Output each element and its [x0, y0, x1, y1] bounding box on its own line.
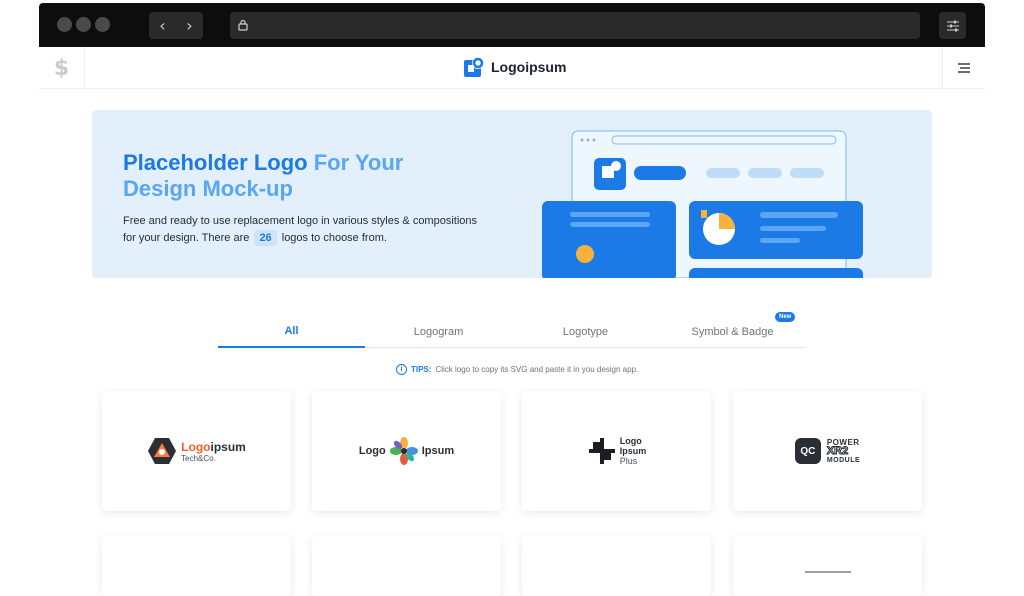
- brand-name: Logoipsum: [491, 58, 567, 75]
- new-badge: New: [775, 312, 796, 322]
- logo-partial-mark: [805, 571, 851, 573]
- logo-count-badge: 26: [254, 229, 277, 246]
- logo-card[interactable]: [733, 536, 922, 596]
- tips-text: Click logo to copy its SVG and paste it …: [435, 365, 639, 374]
- tips-line: i TIPS: Click logo to copy its SVG and p…: [396, 364, 638, 375]
- logo-1-sub: Tech&Co.: [181, 453, 216, 463]
- hero-banner: Placeholder Logo For Your Design Mock-up…: [92, 110, 932, 278]
- logoipsum-icon: [464, 57, 484, 77]
- logo-1-part2: ipsum: [210, 439, 246, 454]
- logo-card[interactable]: Logoipsum Tech&Co.: [102, 391, 291, 511]
- logo-3-line2: Ipsum: [619, 446, 647, 456]
- browser-toolbar: ‹ ›: [39, 3, 985, 47]
- lock-icon: [238, 19, 248, 31]
- logo-1-part1: Logo: [181, 439, 211, 454]
- logo-2-right: Ipsum: [421, 445, 455, 457]
- hero-illustration: [542, 130, 863, 278]
- info-icon: i: [396, 364, 407, 375]
- logo-3-line3: Plus: [619, 456, 638, 466]
- logo-2-left: Logo: [358, 445, 386, 457]
- logo-4-line3: MODULE: [826, 456, 861, 464]
- hero-title: Placeholder Logo For Your Design Mock-up: [123, 150, 404, 201]
- logo-card[interactable]: [522, 536, 711, 596]
- qc-mark: QC: [794, 438, 821, 464]
- sliders-icon[interactable]: [939, 12, 966, 39]
- hamburger-icon[interactable]: [942, 47, 985, 89]
- nav-buttons: ‹ ›: [149, 12, 203, 39]
- logo-card[interactable]: [312, 536, 501, 596]
- site-header: $ Logoipsum: [39, 47, 985, 89]
- filter-tabs: All Logogram Logotype Symbol & Badge New: [218, 312, 806, 348]
- logo-3-line1: Logo: [619, 436, 642, 446]
- window-controls: [57, 17, 110, 32]
- hero-description: Free and ready to use replacement logo i…: [123, 213, 483, 246]
- chevron-left-icon[interactable]: ‹: [149, 12, 176, 39]
- minimize-window-dot[interactable]: [76, 17, 91, 32]
- logo-4-line2: XR2: [826, 444, 849, 457]
- dollar-icon[interactable]: $: [39, 47, 85, 89]
- cross-logo-icon: [588, 438, 615, 464]
- tips-label: TIPS:: [411, 365, 432, 374]
- chevron-right-icon[interactable]: ›: [176, 12, 203, 39]
- brand-logo[interactable]: Logoipsum: [464, 56, 566, 77]
- flower-logo-icon: [389, 437, 418, 465]
- logo-card[interactable]: [102, 536, 291, 596]
- logo-card[interactable]: Logo Ipsum Plus: [522, 391, 711, 511]
- logo-card[interactable]: QC POWER XR2 MODULE: [733, 391, 922, 511]
- tab-logogram[interactable]: Logogram: [365, 315, 512, 348]
- address-bar[interactable]: [230, 12, 920, 39]
- close-window-dot[interactable]: [57, 17, 72, 32]
- tab-all[interactable]: All: [218, 315, 365, 348]
- tab-logotype[interactable]: Logotype: [512, 315, 659, 348]
- hexagon-logo-icon: [148, 438, 177, 464]
- maximize-window-dot[interactable]: [95, 17, 110, 32]
- logo-card[interactable]: Logo Ipsum: [312, 391, 501, 511]
